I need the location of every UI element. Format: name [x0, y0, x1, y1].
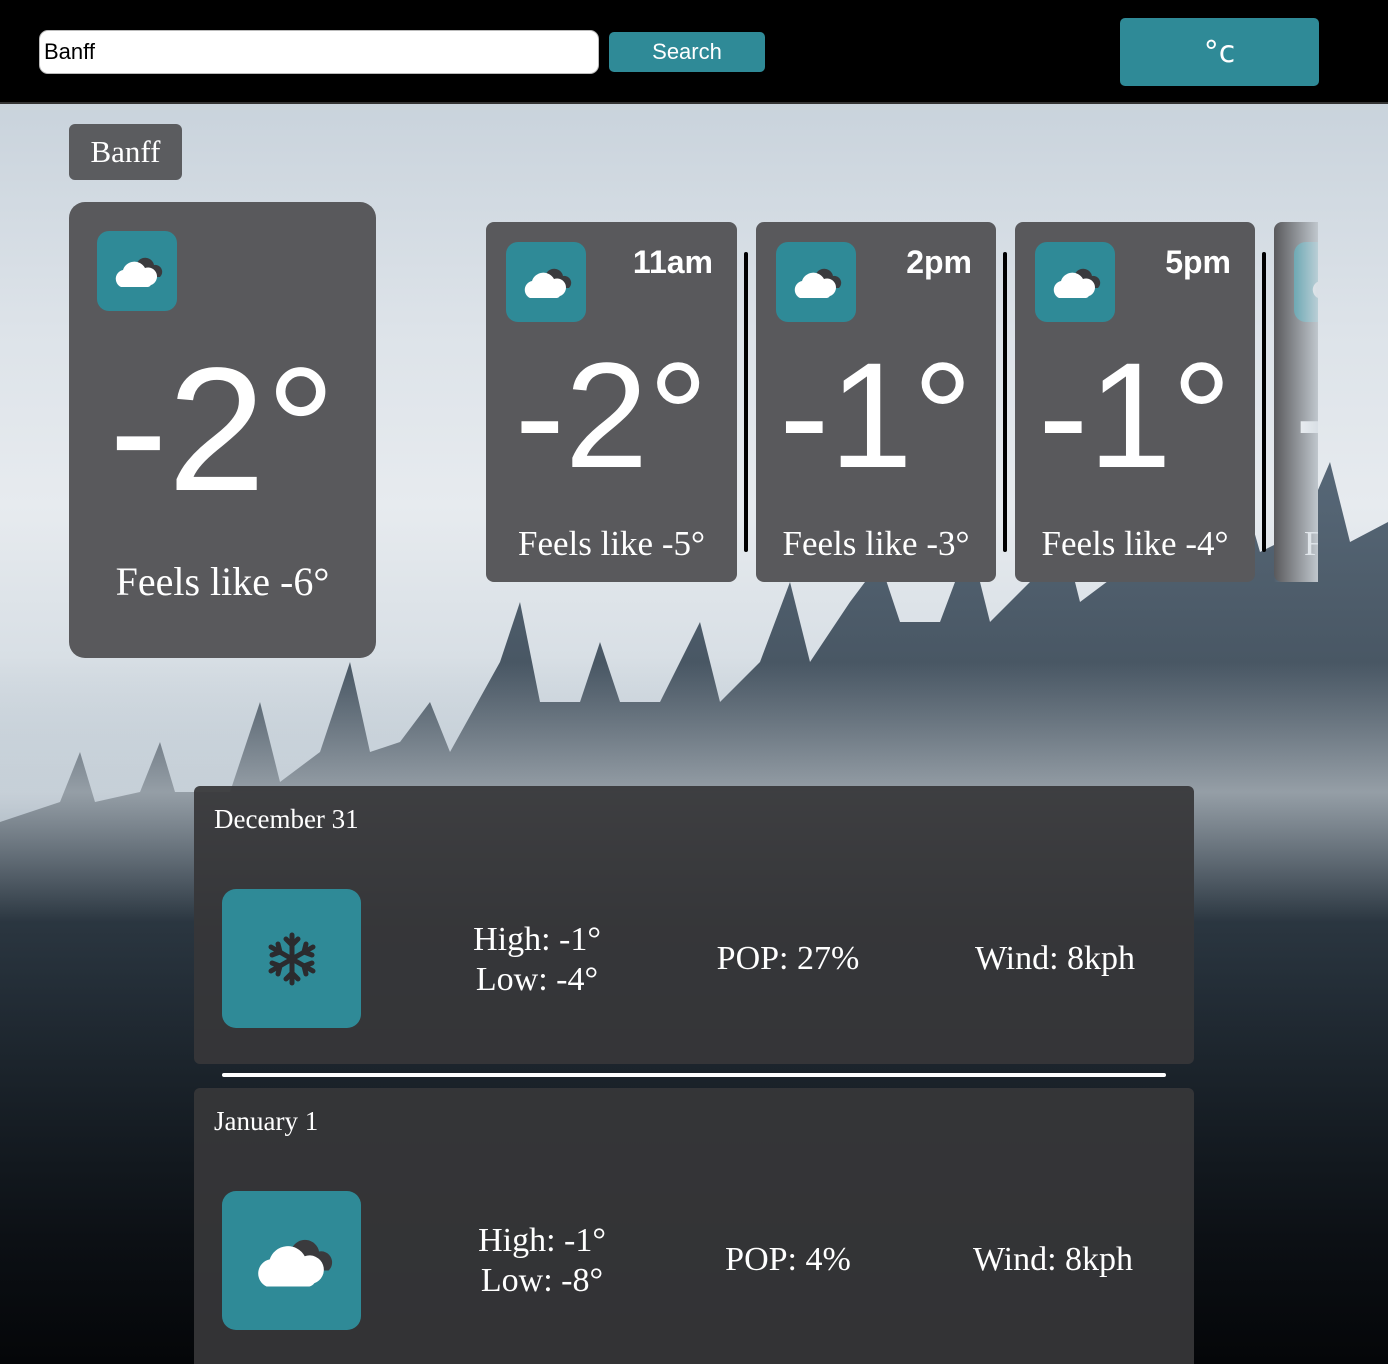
daily-date: December 31 [214, 804, 359, 834]
daily-pop: POP: 27% [716, 940, 860, 977]
hourly-temperature: -1° [779, 331, 973, 499]
hourly-separator [744, 252, 748, 552]
daily-forecast-card: December 31 High: -1° Low: -4° POP: 27% … [194, 786, 1194, 1064]
hourly-separator [1003, 252, 1007, 552]
hourly-card: 11am -2° Feels like -5° [486, 222, 737, 582]
hourly-feels-like: Feels like -3° [782, 524, 970, 563]
snowflake-icon [268, 932, 315, 985]
daily-icon-tile [222, 889, 361, 1028]
hourly-time: 11am [632, 244, 713, 280]
hourly-time: 5pm [1165, 244, 1231, 280]
location-name: Banff [69, 124, 182, 180]
current-weather-icon-tile [97, 231, 177, 311]
hourly-icon-tile [1035, 242, 1115, 322]
hourly-feels-like: Feels like -4° [1041, 524, 1229, 563]
search-button[interactable]: Search [609, 32, 765, 72]
unit-toggle-button[interactable]: °c [1120, 18, 1319, 86]
cloudy-icon [1312, 281, 1318, 298]
current-temperature: -2° [109, 332, 336, 528]
hourly-forecast-strip[interactable]: 11am -2° Feels like -5° 2pm -1° Feels li… [486, 222, 1318, 582]
cloudy-icon [115, 257, 163, 287]
daily-date: January 1 [214, 1106, 319, 1136]
daily-wind: Wind: 8kph [972, 1241, 1134, 1278]
search-input[interactable] [39, 30, 599, 74]
daily-pop: POP: 4% [725, 1241, 851, 1278]
current-weather-card: -2° Feels like -6° [69, 202, 376, 658]
hourly-separator [1262, 252, 1266, 552]
daily-low: Low: -8° [480, 1262, 604, 1299]
hourly-icon-tile [1294, 242, 1318, 322]
daily-icon-tile [222, 1191, 361, 1330]
current-feels-like: Feels like -6° [115, 559, 330, 604]
hourly-feels-like: F [1304, 524, 1318, 563]
hourly-temperature: -1° [1038, 331, 1232, 499]
daily-high: High: -1° [478, 1222, 606, 1259]
daily-high-low: High: -1° Low: -8° [432, 1221, 652, 1301]
hourly-temperature: -2° [514, 331, 709, 499]
daily-high-low: High: -1° Low: -4° [427, 920, 647, 1000]
hourly-card: 5pm -1° Feels like -4° [1015, 222, 1255, 582]
daily-low: Low: -4° [475, 961, 599, 998]
daily-divider [222, 1073, 1166, 1077]
hourly-icon-tile [506, 242, 586, 322]
hourly-icon-tile [776, 242, 856, 322]
hourly-feels-like: Feels like -5° [517, 524, 705, 563]
top-bar: Search °c [0, 0, 1388, 104]
daily-forecast-card: January 1 High: -1° Low: -8° POP: 4% Win… [194, 1088, 1194, 1364]
cloudy-icon [794, 268, 842, 298]
cloudy-icon [1053, 268, 1101, 298]
daily-high: High: -1° [473, 921, 601, 958]
hourly-card-partial: - F [1274, 222, 1318, 582]
hourly-card: 2pm -1° Feels like -3° [756, 222, 996, 582]
cloudy-icon [257, 1239, 332, 1286]
hourly-temperature: - [1274, 340, 1318, 490]
hourly-time: 2pm [906, 244, 972, 280]
cloudy-icon [524, 268, 572, 298]
daily-wind: Wind: 8kph [974, 940, 1136, 977]
